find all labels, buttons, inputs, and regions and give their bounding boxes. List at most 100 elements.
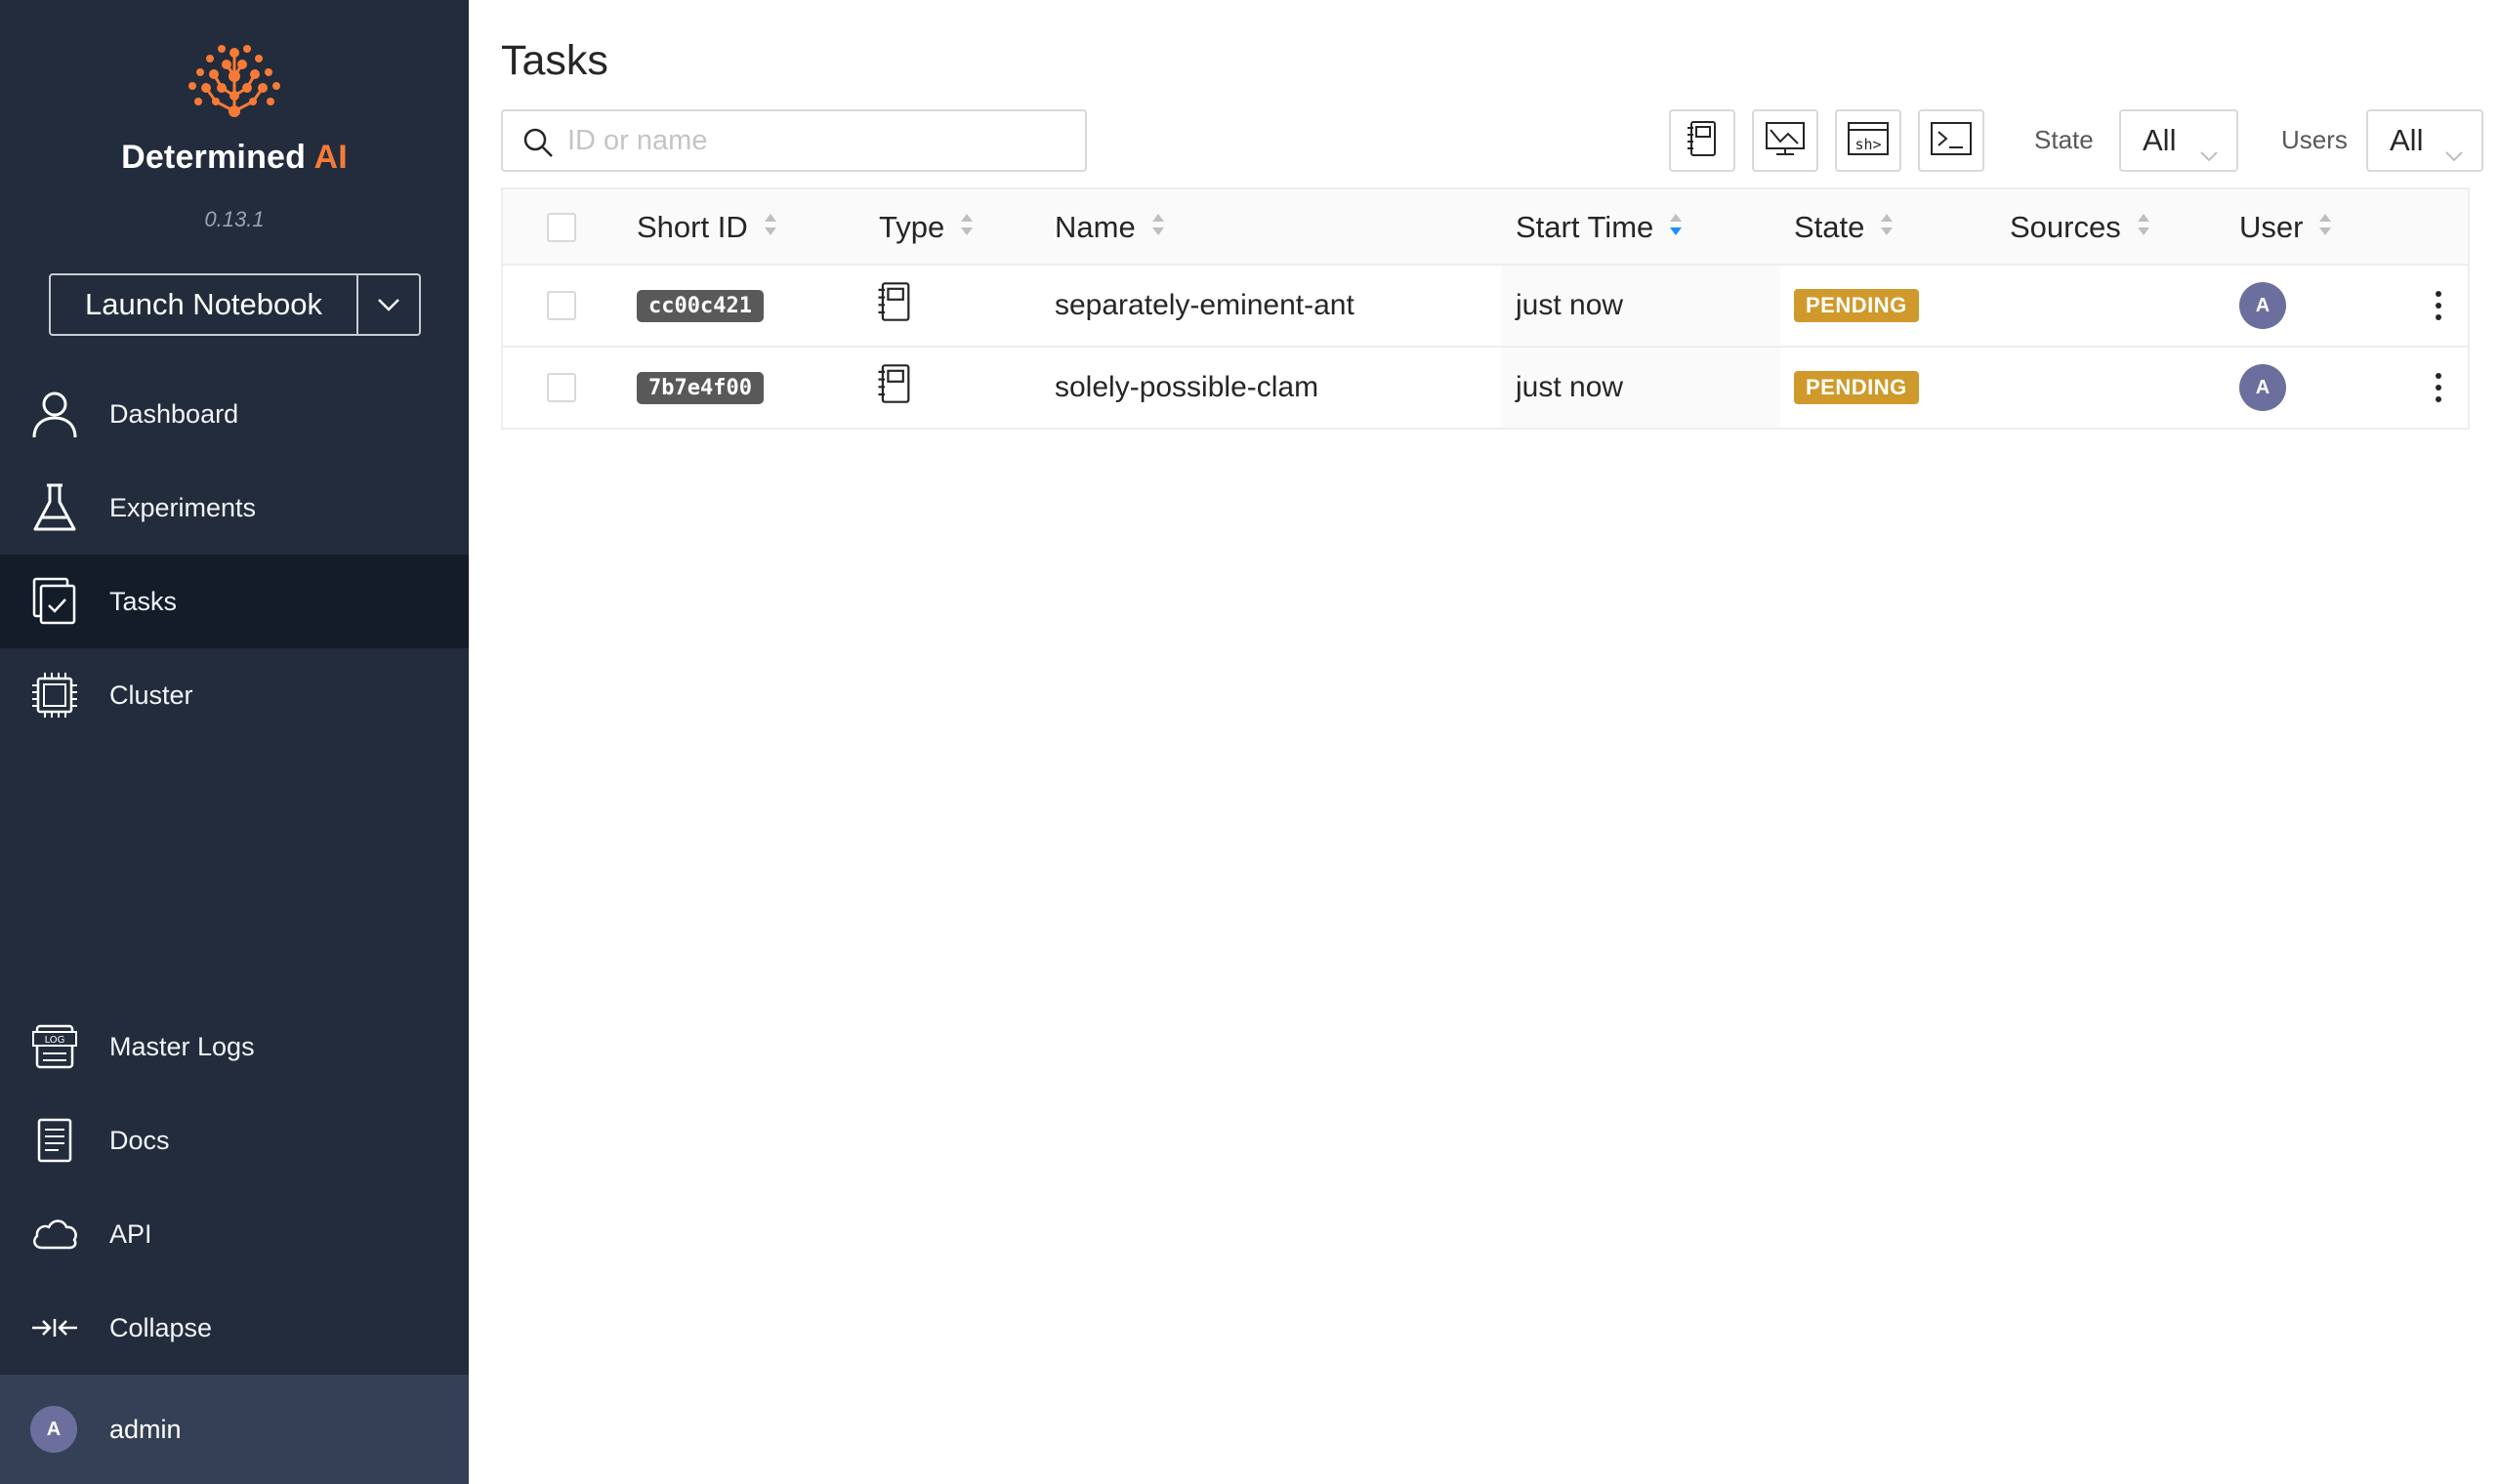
- brand-name: Determined AI: [121, 139, 348, 176]
- filter-tensorboard-button[interactable]: [1752, 109, 1818, 172]
- actions-cell: [2426, 348, 2451, 428]
- filter-command-button[interactable]: [1918, 109, 1984, 172]
- search-icon: [522, 127, 554, 163]
- determined-logo-icon[interactable]: [0, 39, 469, 127]
- row-checkbox-cell: [547, 348, 576, 428]
- shell-icon: sh>: [1847, 121, 1890, 161]
- short-id-badge[interactable]: cc00c421: [637, 289, 764, 322]
- sidebar: Determined AI 0.13.1 Launch Notebook Das…: [0, 0, 469, 1484]
- launch-options-chevron-down-icon[interactable]: [358, 275, 419, 334]
- state-filter-select[interactable]: All: [2119, 109, 2238, 172]
- command-icon: [1930, 121, 1973, 161]
- nav-label: Dashboard: [109, 398, 239, 429]
- sort-icon: [1151, 210, 1165, 245]
- row-checkbox-cell: [547, 266, 576, 346]
- short-id-cell: cc00c421: [637, 266, 764, 346]
- column-label: Short ID: [637, 210, 748, 244]
- table-header: Short ID Type Name Start Time State Sour…: [503, 189, 2468, 266]
- launch-notebook-button[interactable]: Launch Notebook: [51, 275, 358, 334]
- actions-cell: [2426, 266, 2451, 346]
- short-id-badge[interactable]: 7b7e4f00: [637, 371, 764, 404]
- docs-icon: [29, 1115, 80, 1166]
- column-header-sources[interactable]: Sources: [2010, 189, 2150, 266]
- name-cell: separately-eminent-ant: [1055, 266, 1354, 346]
- cloud-icon: [29, 1209, 80, 1259]
- nav-item-docs[interactable]: Docs: [0, 1093, 469, 1187]
- avatar: A: [2239, 364, 2286, 411]
- task-name[interactable]: separately-eminent-ant: [1055, 289, 1354, 322]
- collapse-icon: [29, 1302, 80, 1353]
- start-time-cell: just now: [1501, 348, 1780, 428]
- column-label: Name: [1055, 210, 1136, 244]
- users-filter-select[interactable]: All: [2366, 109, 2483, 172]
- sort-icon: [960, 210, 974, 245]
- nav-label: Master Logs: [109, 1031, 255, 1061]
- more-actions-icon[interactable]: [2426, 285, 2451, 326]
- name-cell: solely-possible-clam: [1055, 348, 1318, 428]
- nav-label: Experiments: [109, 492, 257, 522]
- user-name: admin: [109, 1414, 182, 1444]
- log-icon: LOG: [29, 1021, 80, 1072]
- nav-label: Tasks: [109, 586, 178, 616]
- users-filter-label: Users: [2281, 125, 2348, 154]
- nav-item-dashboard[interactable]: Dashboard: [0, 367, 469, 461]
- start-time: just now: [1516, 371, 1624, 403]
- column-header-short-id[interactable]: Short ID: [637, 189, 777, 266]
- nav-item-collapse[interactable]: Collapse: [0, 1281, 469, 1375]
- table-row[interactable]: 7b7e4f00 solely-possible-clam just now P…: [503, 348, 2468, 430]
- column-header-state[interactable]: State: [1794, 189, 1894, 266]
- column-header-start-time[interactable]: Start Time: [1516, 189, 1683, 266]
- nav-label: Docs: [109, 1125, 170, 1155]
- search-input[interactable]: [567, 121, 1065, 160]
- nav-item-master-logs[interactable]: LOG Master Logs: [0, 1000, 469, 1093]
- version-label: 0.13.1: [204, 207, 265, 231]
- chip-icon: [29, 670, 80, 721]
- filter-shell-button[interactable]: sh>: [1835, 109, 1901, 172]
- filter-notebook-button[interactable]: [1669, 109, 1735, 172]
- state-cell: PENDING: [1794, 266, 1919, 346]
- chevron-down-icon: [2199, 135, 2219, 170]
- search-box: [501, 109, 1087, 172]
- column-label: State: [1794, 210, 1865, 244]
- more-actions-icon[interactable]: [2426, 367, 2451, 408]
- status-badge: PENDING: [1794, 289, 1919, 322]
- sort-descending-icon: [1669, 210, 1683, 245]
- user-avatar: A: [30, 1406, 77, 1453]
- row-checkbox[interactable]: [547, 291, 576, 320]
- sort-icon: [2137, 210, 2150, 245]
- page-title: Tasks: [501, 37, 608, 84]
- column-header-name[interactable]: Name: [1055, 189, 1165, 266]
- user-cell: A: [2239, 348, 2286, 428]
- start-time: just now: [1516, 289, 1624, 321]
- sort-icon: [1880, 210, 1894, 245]
- type-cell: [876, 348, 913, 428]
- task-name[interactable]: solely-possible-clam: [1055, 371, 1318, 404]
- column-label: Start Time: [1516, 210, 1654, 244]
- row-checkbox[interactable]: [547, 373, 576, 402]
- start-time-cell: just now: [1501, 266, 1780, 346]
- nav-item-experiments[interactable]: Experiments: [0, 461, 469, 555]
- notebook-icon: [1686, 119, 1719, 163]
- flask-icon: [29, 482, 80, 533]
- column-label: User: [2239, 210, 2304, 244]
- state-filter-label: State: [2034, 125, 2094, 154]
- nav-item-tasks[interactable]: Tasks: [0, 555, 469, 648]
- tasks-icon: [29, 576, 80, 627]
- user-menu[interactable]: A admin: [0, 1375, 469, 1484]
- column-header-type[interactable]: Type: [879, 189, 974, 266]
- avatar: A: [2239, 282, 2286, 329]
- nav-label: Cluster: [109, 680, 193, 710]
- nav-label: API: [109, 1218, 152, 1249]
- nav-item-cluster[interactable]: Cluster: [0, 648, 469, 742]
- svg-text:sh>: sh>: [1854, 136, 1881, 153]
- select-all-checkbox[interactable]: [547, 213, 576, 242]
- state-filter-value: All: [2143, 123, 2177, 157]
- sort-icon: [764, 210, 777, 245]
- type-cell: [876, 266, 913, 346]
- nav-item-api[interactable]: API: [0, 1187, 469, 1281]
- nav-label: Collapse: [109, 1312, 213, 1342]
- select-all-checkbox-cell: [547, 189, 576, 266]
- state-cell: PENDING: [1794, 348, 1919, 428]
- column-header-user[interactable]: User: [2239, 189, 2332, 266]
- table-row[interactable]: cc00c421 separately-eminent-ant just now…: [503, 266, 2468, 348]
